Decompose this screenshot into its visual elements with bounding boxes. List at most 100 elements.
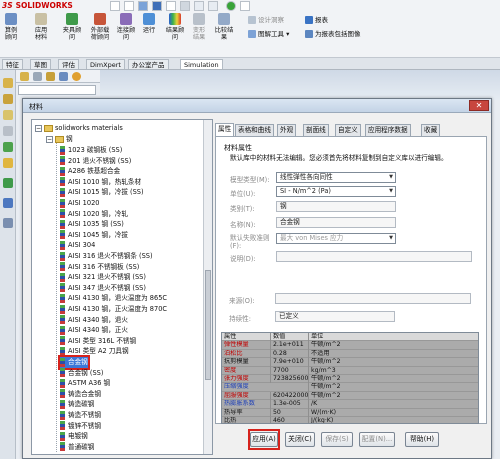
sensor-icon[interactable] xyxy=(3,126,13,136)
open-icon[interactable] xyxy=(138,1,148,11)
tree-material-item[interactable]: 铸造不锈钢 xyxy=(60,410,101,421)
apply-button[interactable]: 应用(A) xyxy=(250,432,278,447)
home-icon[interactable] xyxy=(110,1,120,11)
dimxpert-icon[interactable] xyxy=(59,72,68,81)
tab-simulation[interactable]: Simulation xyxy=(180,59,223,69)
tab-dimxpert[interactable]: DimXpert xyxy=(86,59,125,69)
help-button[interactable]: 帮助(H) xyxy=(405,432,439,447)
tree-material-item[interactable]: AISI 4340 钢，退火 xyxy=(60,315,128,326)
property-manager-icon[interactable] xyxy=(33,72,42,81)
load-icon[interactable] xyxy=(3,198,13,208)
traffic-light-icon[interactable] xyxy=(226,1,236,11)
config-button[interactable]: 配置(N)... xyxy=(359,432,395,447)
mesh-icon[interactable] xyxy=(3,218,13,228)
connection-icon[interactable] xyxy=(3,178,13,188)
source-field[interactable] xyxy=(275,293,471,304)
tab-appearance[interactable]: 外观 xyxy=(277,124,297,136)
tab-features[interactable]: 特征 xyxy=(2,59,23,69)
name-field[interactable]: 合金钢 xyxy=(276,217,396,228)
feature-tree-icon[interactable] xyxy=(20,72,29,81)
tab-properties[interactable]: 属性 xyxy=(215,123,235,136)
external-loads-advisor-button[interactable]: 外部载荷顾问 xyxy=(88,13,112,55)
category-field[interactable]: 钢 xyxy=(276,201,396,212)
deformed-result-button[interactable]: 变形结果 xyxy=(190,13,208,55)
tree-material-item[interactable]: 铸造碳钢 xyxy=(60,399,94,410)
tab-crosshatch[interactable]: 剖面线 xyxy=(303,124,329,136)
table-row[interactable]: 泊松比 0.28 不适用 xyxy=(222,349,478,359)
close-icon[interactable]: ✕ xyxy=(469,100,489,111)
tree-filter-input[interactable] xyxy=(18,85,96,95)
tree-material-item[interactable]: AISI 4130 钢，正火温度为 870C xyxy=(60,304,167,315)
connections-advisor-button[interactable]: 连接顾问 xyxy=(116,13,136,55)
tree-material-item[interactable]: AISI 304 xyxy=(60,240,95,251)
tree-material-item[interactable]: 1023 碳钢板 (SS) xyxy=(60,145,122,156)
tree-material-item[interactable]: 电镀钢 xyxy=(60,431,88,442)
collapse-icon[interactable]: − xyxy=(35,124,42,132)
tab-evaluate[interactable]: 评估 xyxy=(58,59,79,69)
tree-material-item[interactable]: 合金钢 xyxy=(58,355,90,370)
tree-group-steel[interactable]: − 钢 xyxy=(46,134,73,145)
material-tree[interactable]: − solidworks materials − 钢 1023 碳钢板 (SS) 20… xyxy=(31,119,213,455)
tree-material-item[interactable]: AISI 321 退火不锈钢 (SS) xyxy=(60,272,146,283)
compare-results-button[interactable]: 比较结果 xyxy=(214,13,234,55)
tree-material-item[interactable]: AISI 4340 钢，正火 xyxy=(60,325,128,336)
tab-application-data[interactable]: 应用程序数据 xyxy=(365,124,411,136)
display-manager-icon[interactable] xyxy=(72,72,81,81)
close-button[interactable]: 关闭(C) xyxy=(285,432,315,447)
units-select[interactable]: SI - N/m^2 (Pa) xyxy=(276,186,396,197)
design-study-button[interactable]: 设计洞察 xyxy=(248,16,284,25)
tree-material-item[interactable]: AISI 347 退火不锈钢 (SS) xyxy=(60,283,146,294)
tab-sketch[interactable]: 草图 xyxy=(30,59,51,69)
chart-tools-button[interactable]: 图解工具 ▾ xyxy=(248,30,289,39)
save-icon[interactable] xyxy=(152,1,162,11)
fixtures-advisor-button[interactable]: 夹具顾问 xyxy=(62,13,82,55)
table-row[interactable]: 压缩强度 牛顿/m^2 xyxy=(222,383,478,392)
tree-material-item[interactable]: AISI 1020 xyxy=(60,198,99,209)
collapse-icon[interactable]: − xyxy=(46,135,53,143)
select-icon[interactable] xyxy=(194,1,204,11)
failure-criterion-select[interactable]: 最大 von Mises 应力 xyxy=(276,233,396,244)
tree-material-item[interactable]: A286 铁基超合金 xyxy=(60,166,120,177)
apply-material-button[interactable]: 应用材料 xyxy=(32,13,50,55)
table-row[interactable]: 张力强度 723825600 牛顿/m^2 xyxy=(222,375,478,384)
table-row[interactable]: 比热 460 J/(kg·K) xyxy=(222,417,478,423)
rebuild-icon[interactable] xyxy=(208,1,218,11)
table-row[interactable]: 屈服强度 620422000 牛顿/m^2 xyxy=(222,391,478,401)
tree-material-item[interactable]: AISI 1010 钢，热轧条材 xyxy=(60,177,141,188)
tree-material-item[interactable]: 201 退火不锈钢 (SS) xyxy=(60,156,131,167)
tree-material-item[interactable]: AISI 1020 钢，冷轧 xyxy=(60,209,128,220)
tab-custom[interactable]: 自定义 xyxy=(335,124,361,136)
save-button[interactable]: 保存(S) xyxy=(321,432,353,447)
tree-material-item[interactable]: AISI 316 不锈钢板 (SS) xyxy=(60,262,139,273)
configuration-icon[interactable] xyxy=(46,72,55,81)
tree-material-item[interactable]: 普通碳钢 xyxy=(60,442,94,453)
table-row[interactable]: 弹性模量 2.1e+011 牛顿/m^2 xyxy=(222,341,478,350)
tree-material-item[interactable]: AISI 316 退火不锈钢条 (SS) xyxy=(60,251,153,262)
tree-material-item[interactable]: 铸造合金钢 xyxy=(60,389,101,400)
tree-root[interactable]: − solidworks materials xyxy=(35,123,123,134)
tree-material-item[interactable]: AISI 类型 316L 不锈钢 xyxy=(60,336,136,347)
tree-material-item[interactable]: 合金钢 (SS) xyxy=(60,368,103,379)
results-advisor-button[interactable]: 结果顾问 xyxy=(164,13,186,55)
study-advisor-button[interactable]: 算例顾问 xyxy=(2,13,20,55)
graphics-area[interactable] xyxy=(100,70,500,100)
tree-scrollbar[interactable] xyxy=(203,120,212,454)
part-icon[interactable] xyxy=(3,78,13,88)
tab-favorites[interactable]: 收藏 xyxy=(421,124,441,136)
print-icon[interactable] xyxy=(166,1,176,11)
tab-tables-curves[interactable]: 表格和曲线 xyxy=(235,124,274,136)
model-type-select[interactable]: 线性弹性各向同性 xyxy=(276,172,396,183)
undo-icon[interactable] xyxy=(180,1,190,11)
new-document-icon[interactable] xyxy=(124,1,134,11)
report-image-button[interactable]: 为报表包括图像 xyxy=(305,30,361,39)
report-button[interactable]: 报表 xyxy=(305,16,328,25)
table-row[interactable]: 抗剪模量 7.9e+010 牛顿/m^2 xyxy=(222,358,478,367)
scrollbar-thumb[interactable] xyxy=(205,270,211,380)
description-field[interactable] xyxy=(276,251,472,262)
table-row[interactable]: 密度 7700 kg/m^3 xyxy=(222,366,478,375)
run-button[interactable]: 运行 xyxy=(141,13,157,55)
persistence-field[interactable]: 已定义 xyxy=(275,311,395,322)
tree-material-item[interactable]: AISI 类型 A2 刀具钢 xyxy=(60,346,129,357)
material-icon[interactable] xyxy=(3,158,13,168)
table-row[interactable]: 热膨胀系数 1.3e-005/K xyxy=(222,400,478,409)
